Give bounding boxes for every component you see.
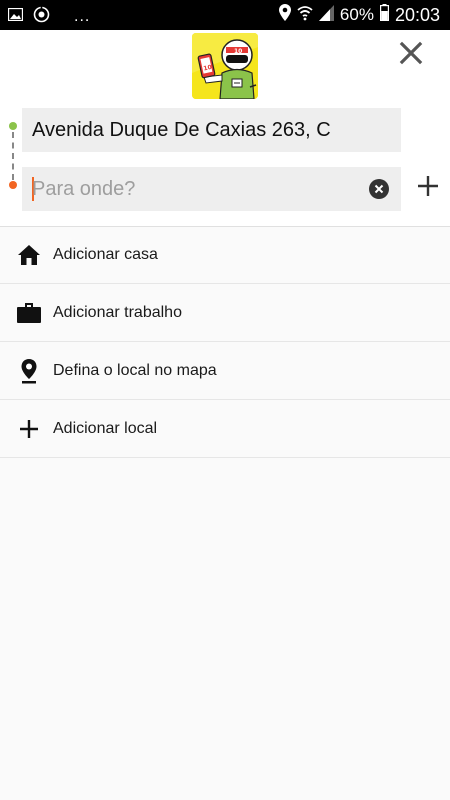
- status-bar: ... 60% 20:03: [0, 0, 450, 30]
- svg-text:10: 10: [234, 48, 242, 55]
- list-item-add-work[interactable]: Adicionar trabalho: [0, 284, 450, 342]
- battery-icon: [379, 4, 389, 26]
- gallery-icon: [7, 7, 24, 26]
- saved-places-list: Adicionar casa Adicionar trabalho Defina…: [0, 226, 450, 458]
- origin-field[interactable]: [22, 108, 401, 152]
- clear-destination-button[interactable]: [369, 179, 389, 199]
- close-button[interactable]: [394, 36, 428, 70]
- origin-input[interactable]: [32, 108, 352, 152]
- status-left-icons: ...: [7, 6, 91, 28]
- add-stop-button[interactable]: [413, 171, 443, 201]
- list-item-set-on-map[interactable]: Defina o local no mapa: [0, 342, 450, 400]
- plus-icon: [418, 176, 438, 196]
- signal-icon: [318, 4, 334, 26]
- list-item-add-place[interactable]: Adicionar local: [0, 400, 450, 458]
- add-work-label: Adicionar trabalho: [53, 303, 182, 321]
- add-place-label: Adicionar local: [53, 419, 158, 437]
- set-on-map-label: Defina o local no mapa: [53, 361, 217, 379]
- location-status-icon: [278, 4, 291, 26]
- app-logo: 10 10: [192, 33, 258, 99]
- clear-icon: [374, 184, 384, 194]
- route-connector-line: [12, 132, 14, 180]
- add-home-label: Adicionar casa: [53, 245, 158, 263]
- list-item-add-home[interactable]: Adicionar casa: [0, 226, 450, 284]
- status-right-icons: 60% 20:03: [278, 4, 440, 26]
- route-search-panel: 10 10: [0, 30, 450, 227]
- status-overflow-dots: ...: [74, 8, 91, 25]
- clock: 20:03: [394, 4, 440, 25]
- destination-field[interactable]: [22, 167, 401, 211]
- close-icon: [399, 41, 423, 65]
- briefcase-icon: [16, 300, 42, 326]
- battery-percentage: 60%: [339, 5, 374, 24]
- sync-icon: [33, 6, 50, 28]
- origin-dot: [9, 122, 17, 130]
- destination-dot: [9, 181, 17, 189]
- destination-input[interactable]: [32, 167, 352, 211]
- wifi-icon: [297, 5, 313, 26]
- home-icon: [16, 242, 42, 268]
- location-pin-icon: [16, 358, 42, 384]
- plus-icon: [16, 416, 42, 442]
